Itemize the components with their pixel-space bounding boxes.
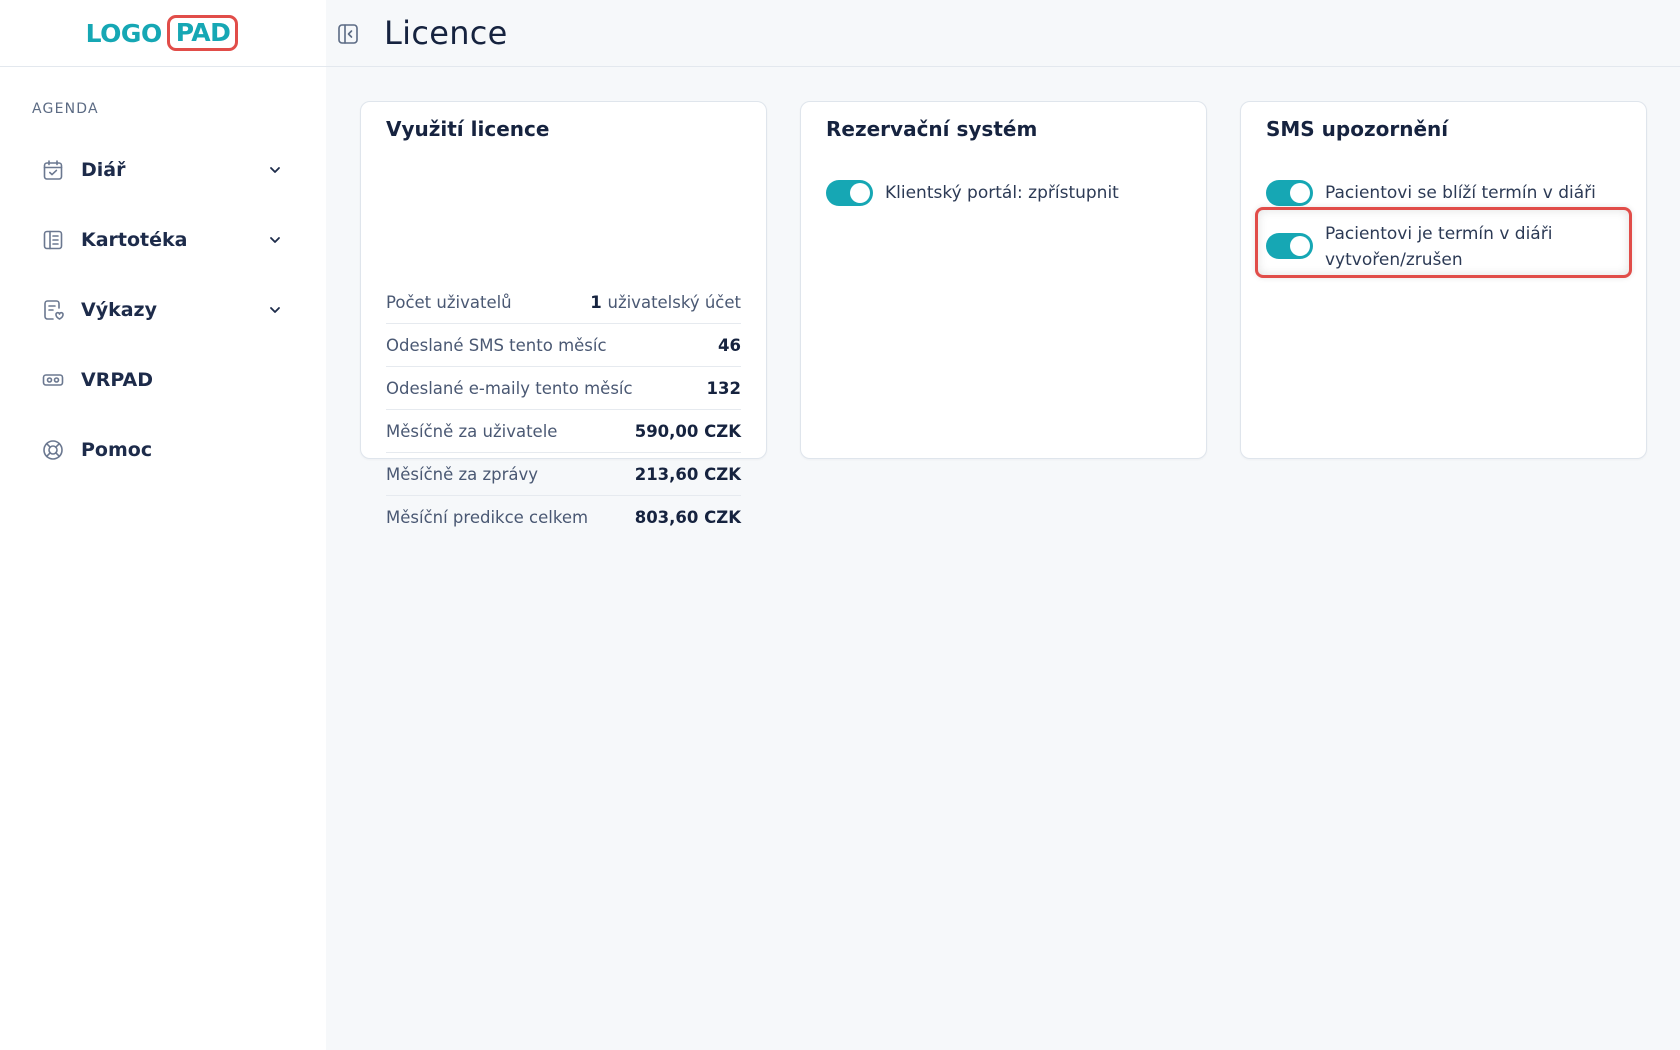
toggle-label: Pacientovi se blíží termín v diáři — [1325, 183, 1596, 203]
chevron-down-icon[interactable] — [266, 231, 284, 249]
toggle-label-line1: Pacientovi je termín v diáři — [1325, 224, 1553, 244]
stat-value-number: 1 — [590, 292, 602, 312]
sidebar-collapse-icon[interactable] — [336, 22, 360, 46]
sidebar-item-label: Diář — [81, 159, 126, 181]
stat-value: 590,00 CZK — [634, 421, 741, 441]
stat-row-sms: Odeslané SMS tento měsíc 46 — [386, 324, 741, 367]
card-title: Využití licence — [386, 117, 550, 141]
toggle-row-upcoming-appointment: Pacientovi se blíží termín v diáři — [1266, 180, 1596, 206]
stat-value: 1 uživatelský účet — [590, 293, 741, 312]
sidebar-item-diar[interactable]: Diář — [0, 135, 326, 205]
chevron-down-icon[interactable] — [266, 161, 284, 179]
stat-label: Měsíčně za uživatele — [386, 421, 558, 441]
stat-value-unit: uživatelský účet — [607, 292, 741, 312]
sidebar-item-vykazy[interactable]: Výkazy — [0, 275, 326, 345]
sidebar-item-vrpad[interactable]: VRPAD — [0, 345, 326, 415]
stat-value: 132 — [706, 378, 741, 398]
stat-label: Počet uživatelů — [386, 292, 512, 312]
toggle-label: Pacientovi je termín v diáři vytvořen/zr… — [1325, 221, 1552, 273]
logo-text-pad: PAD — [166, 15, 239, 51]
app-logo[interactable]: LOGO PAD — [86, 15, 239, 51]
toggle-row-appointment-created-cancelled: Pacientovi je termín v diáři vytvořen/zr… — [1266, 221, 1552, 273]
sidebar-item-pomoc[interactable]: Pomoc — [0, 415, 326, 485]
stat-label: Odeslané e-maily tento měsíc — [386, 378, 633, 398]
stat-row-users: Počet uživatelů 1 uživatelský účet — [386, 281, 741, 324]
license-stats-list: Počet uživatelů 1 uživatelský účet Odesl… — [386, 281, 741, 539]
lifebuoy-icon — [41, 438, 65, 462]
stat-label: Odeslané SMS tento měsíc — [386, 335, 607, 355]
card-title: SMS upozornění — [1266, 117, 1449, 141]
license-usage-card: Využití licence Počet uživatelů 1 uživat… — [360, 101, 767, 527]
logo-area: LOGO PAD — [0, 0, 326, 67]
toggle-row-client-portal: Klientský portál: zpřístupnit — [826, 180, 1119, 206]
sidebar-nav: Diář Kartotéka Výkazy VRPAD Pomoc — [0, 135, 326, 485]
sidebar: LOGO PAD AGENDA Diář Kartotéka Výkazy VR… — [0, 0, 326, 1050]
vr-headset-icon — [41, 368, 65, 392]
sidebar-item-label: VRPAD — [81, 369, 153, 391]
calendar-check-icon — [41, 158, 65, 182]
reservation-system-card: Rezervační systém Klientský portál: zpří… — [800, 101, 1207, 459]
stat-value: 213,60 CZK — [634, 464, 741, 484]
stat-value: 803,60 CZK — [634, 508, 741, 527]
page-header: Licence — [326, 0, 1680, 67]
card-index-icon — [41, 228, 65, 252]
stat-row-per-user: Měsíčně za uživatele 590,00 CZK — [386, 410, 741, 453]
report-icon — [41, 298, 65, 322]
page-title: Licence — [384, 14, 508, 52]
sidebar-item-label: Výkazy — [81, 299, 157, 321]
stat-row-messages: Měsíčně za zprávy 213,60 CZK — [386, 453, 741, 496]
sms-notifications-card: SMS upozornění Pacientovi se blíží termí… — [1240, 101, 1647, 459]
stat-value: 46 — [718, 335, 741, 355]
card-title: Rezervační systém — [826, 117, 1038, 141]
appointment-created-cancelled-toggle[interactable] — [1266, 233, 1313, 259]
sidebar-item-label: Kartotéka — [81, 229, 188, 251]
toggle-label-line2: vytvořen/zrušen — [1325, 250, 1463, 270]
stat-label: Měsíčně za zprávy — [386, 464, 539, 484]
chevron-down-icon[interactable] — [266, 301, 284, 319]
sidebar-item-kartoteka[interactable]: Kartotéka — [0, 205, 326, 275]
stat-row-emails: Odeslané e-maily tento měsíc 132 — [386, 367, 741, 410]
stat-row-total: Měsíční predikce celkem 803,60 CZK — [386, 496, 741, 539]
section-label-agenda: AGENDA — [32, 101, 99, 117]
logo-text-logo: LOGO — [85, 18, 163, 48]
upcoming-appointment-toggle[interactable] — [1266, 180, 1313, 206]
stat-label: Měsíční predikce celkem — [386, 508, 589, 527]
toggle-label: Klientský portál: zpřístupnit — [885, 183, 1119, 203]
client-portal-toggle[interactable] — [826, 180, 873, 206]
sidebar-item-label: Pomoc — [81, 439, 153, 461]
